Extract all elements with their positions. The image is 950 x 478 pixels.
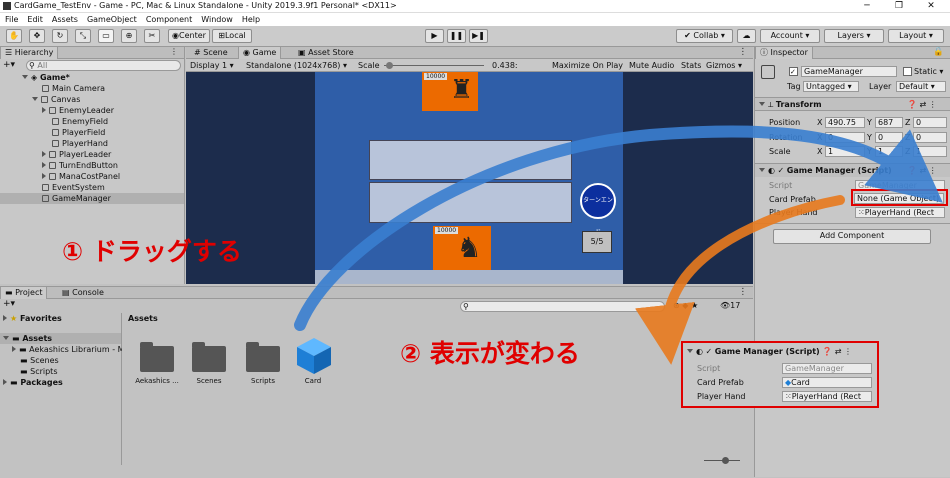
result-arrow [635, 195, 845, 365]
step1-annotation: ① ドラッグする [62, 237, 242, 266]
step2-annotation: ② 表示が変わる [400, 339, 580, 368]
drag-arrow [294, 125, 943, 331]
